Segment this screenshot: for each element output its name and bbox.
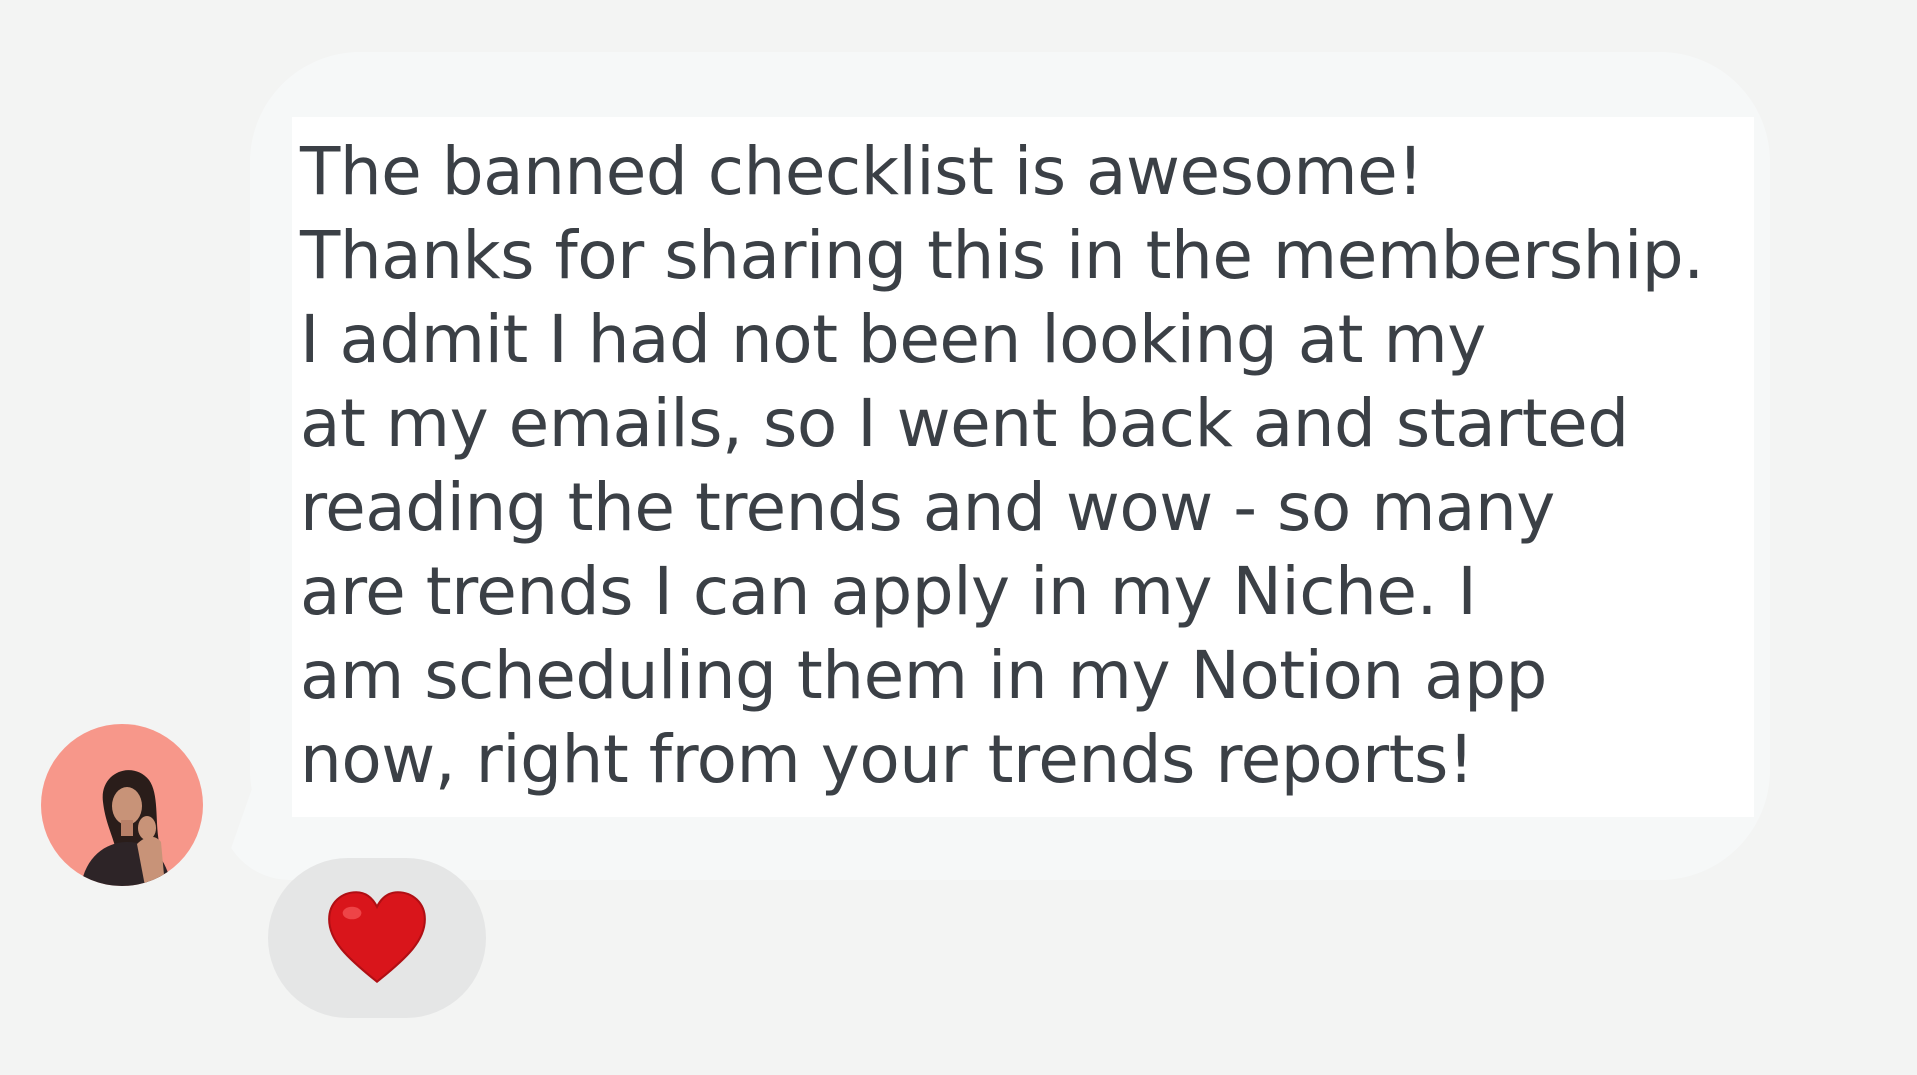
message-line: I admit I had not been looking at my: [300, 301, 1486, 378]
message-line: reading the trends and wow - so many: [300, 469, 1555, 546]
message-line: Thanks for sharing this in the membershi…: [300, 217, 1704, 294]
message-line: The banned checklist is awesome!: [300, 133, 1424, 210]
avatar[interactable]: [41, 724, 203, 886]
message-line: are trends I can apply in my Niche. I: [300, 553, 1477, 630]
message-text: The banned checklist is awesome! Thanks …: [300, 130, 1704, 802]
message-line: now, right from your trends reports!: [300, 721, 1474, 798]
message-line: am scheduling them in my Notion app: [300, 637, 1547, 714]
message-line: at my emails, so I went back and started: [300, 385, 1629, 462]
person-portrait-icon: [81, 770, 171, 886]
reaction-badge[interactable]: [268, 858, 486, 1018]
red-heart-icon: [328, 891, 426, 984]
